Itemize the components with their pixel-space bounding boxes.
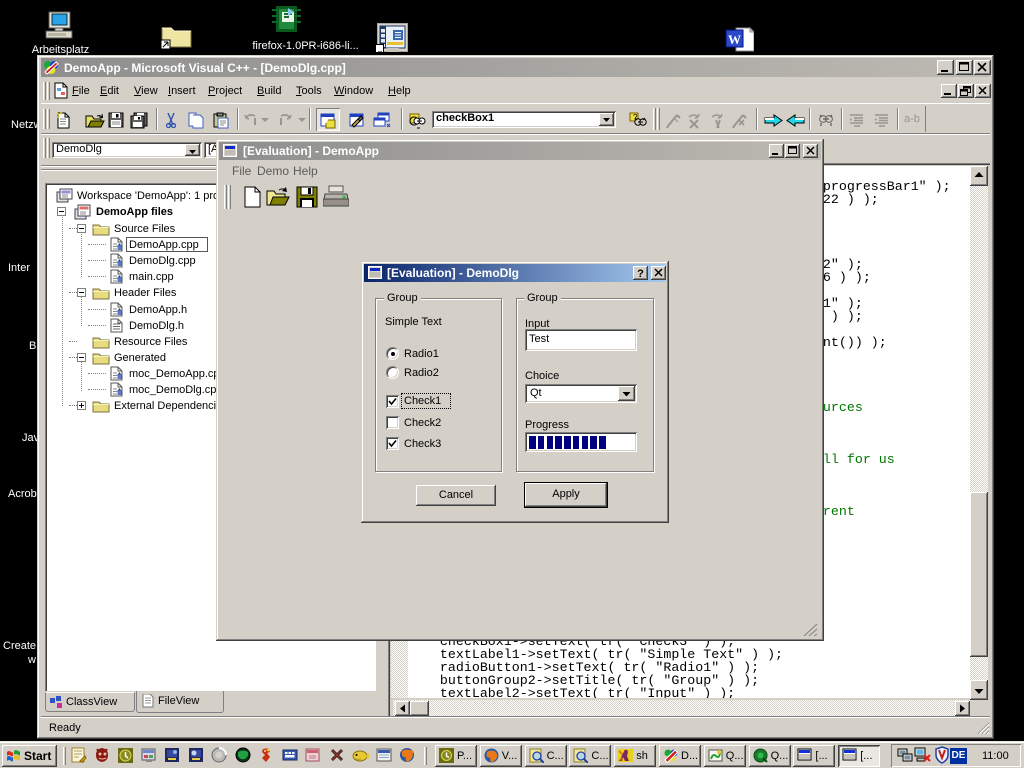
svg-text:W: W (728, 32, 741, 47)
svg-text:?: ? (637, 268, 644, 280)
